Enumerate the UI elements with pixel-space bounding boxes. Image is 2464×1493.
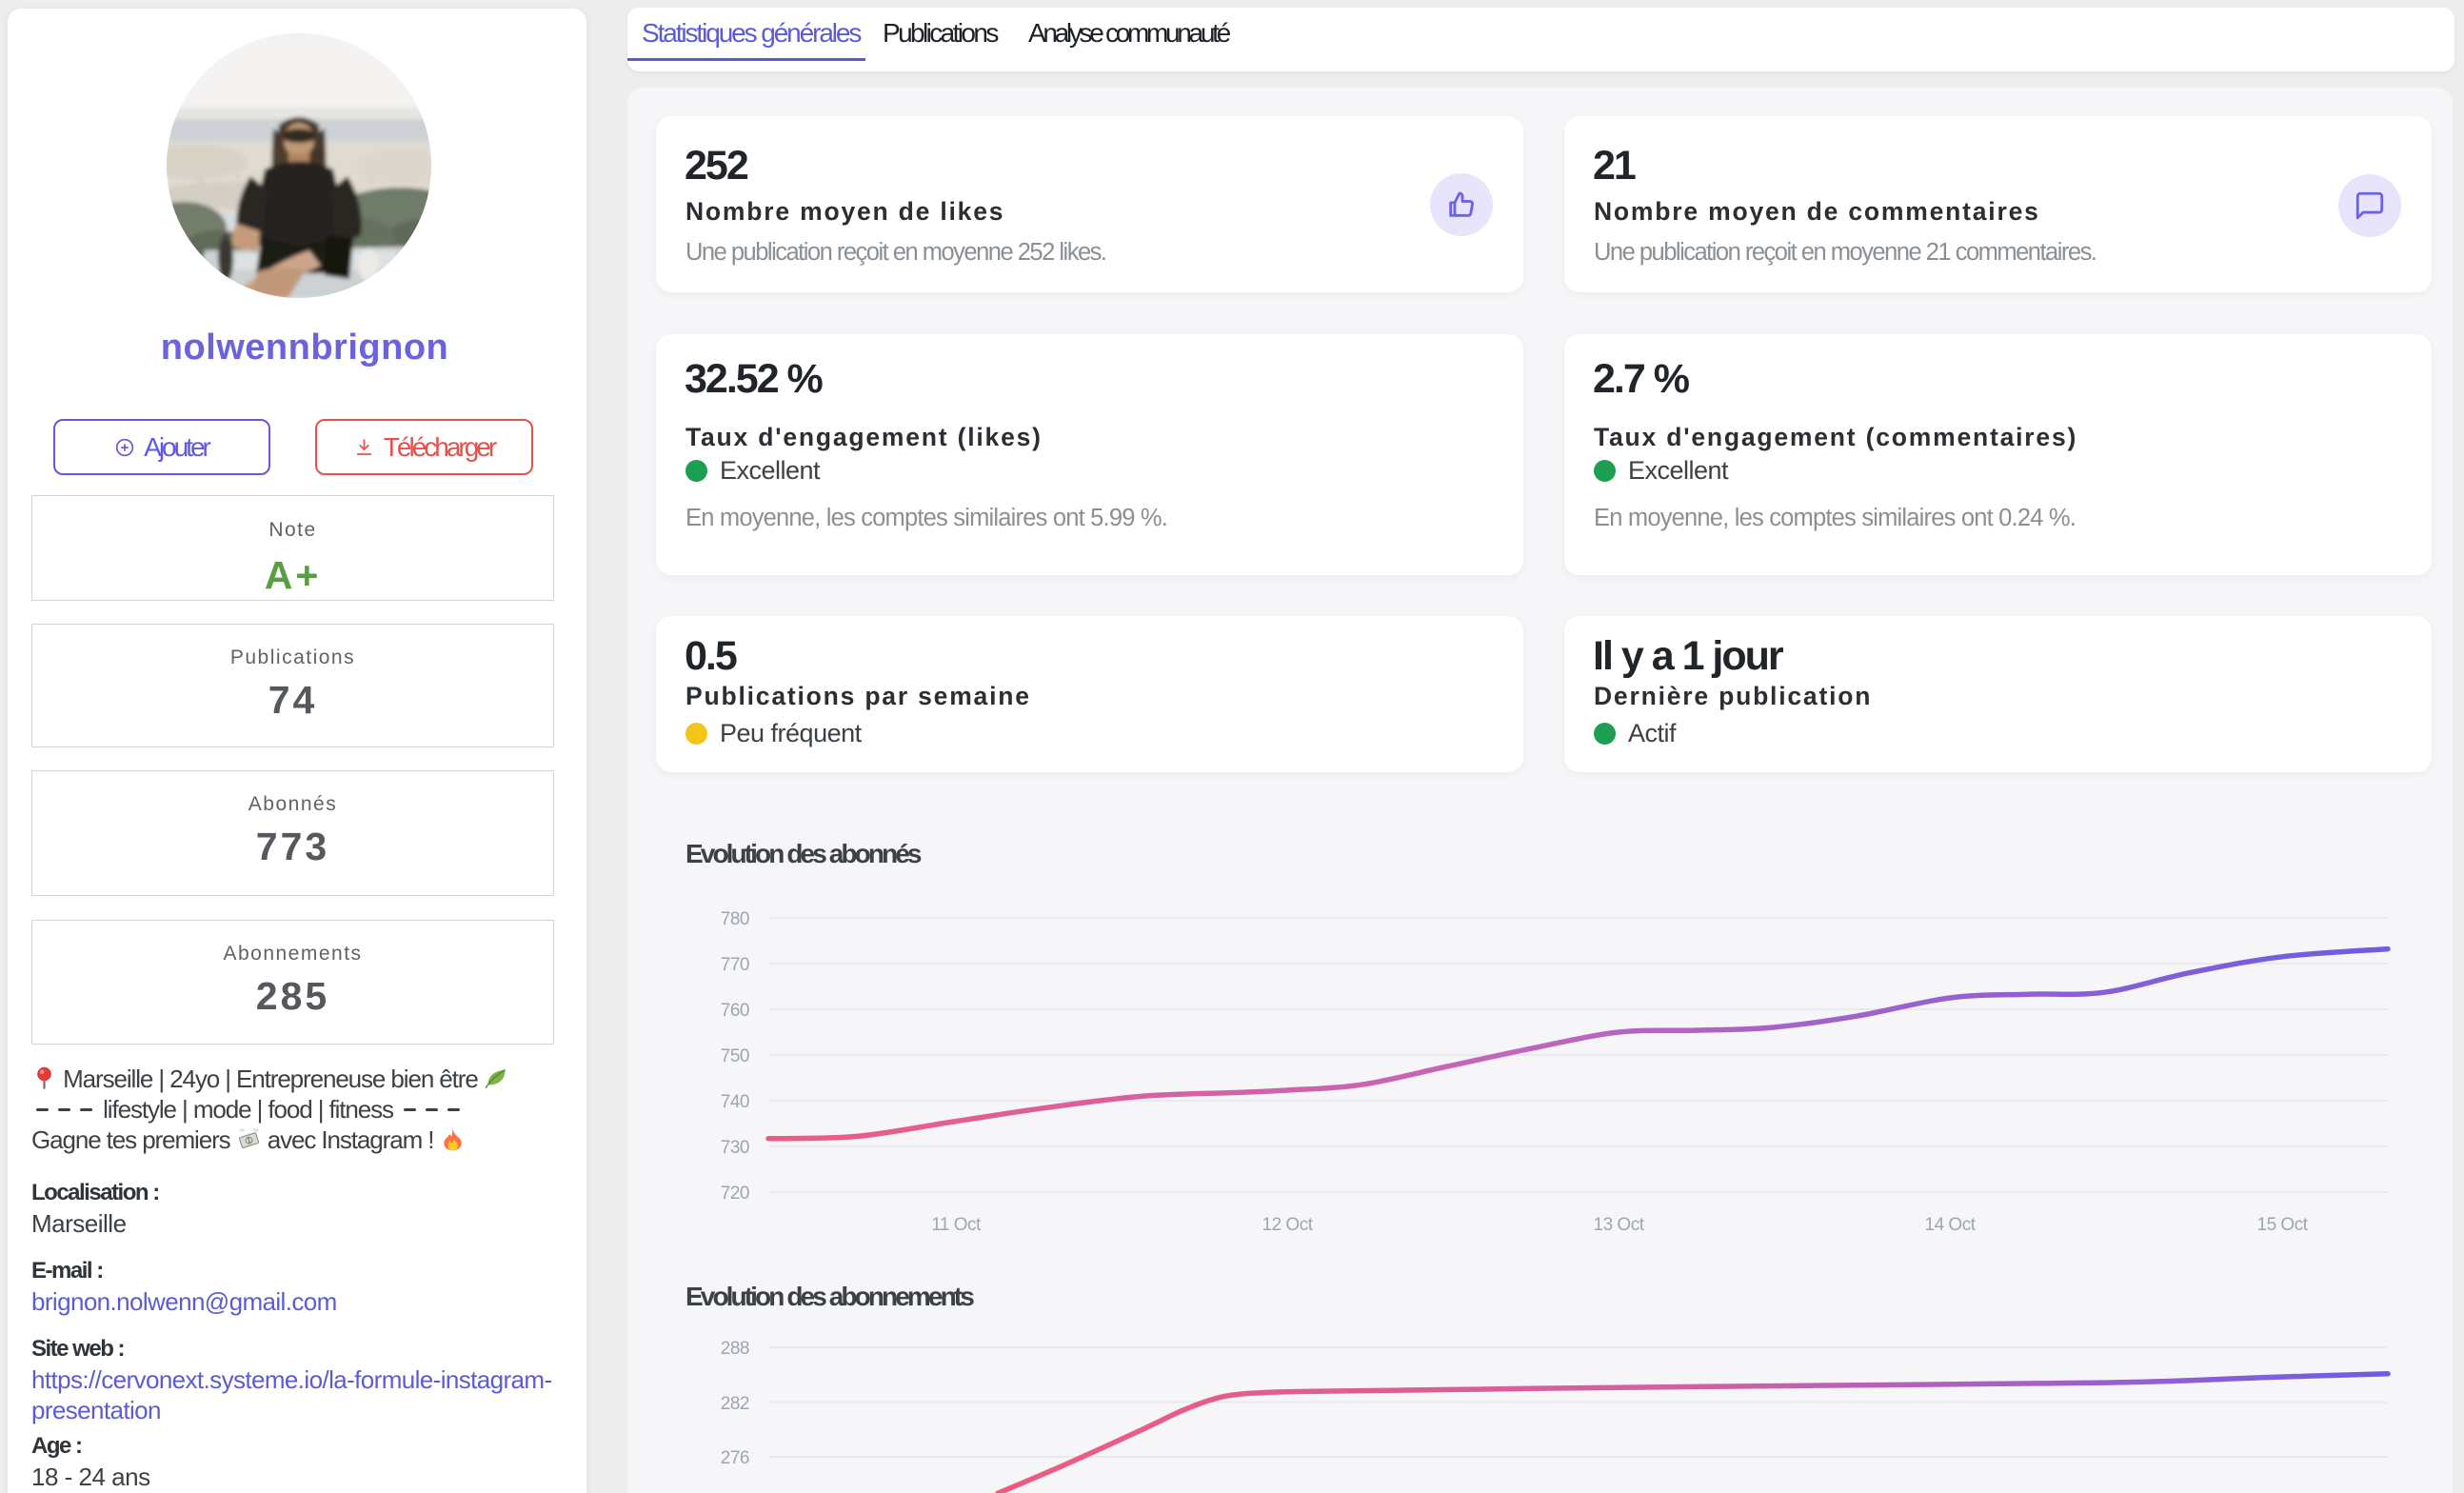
svg-text:11 Oct: 11 Oct bbox=[931, 1215, 982, 1235]
svg-text:12 Oct: 12 Oct bbox=[1262, 1215, 1314, 1235]
svg-text:720: 720 bbox=[721, 1184, 749, 1204]
svg-text:13 Oct: 13 Oct bbox=[1594, 1215, 1645, 1235]
svg-text:282: 282 bbox=[721, 1394, 749, 1414]
svg-text:760: 760 bbox=[721, 1001, 749, 1021]
svg-text:15 Oct: 15 Oct bbox=[2257, 1215, 2309, 1235]
svg-text:276: 276 bbox=[721, 1448, 749, 1468]
svg-text:740: 740 bbox=[721, 1092, 749, 1112]
svg-text:780: 780 bbox=[721, 909, 749, 929]
svg-text:730: 730 bbox=[721, 1138, 749, 1158]
svg-text:14 Oct: 14 Oct bbox=[1925, 1215, 1977, 1235]
svg-text:750: 750 bbox=[721, 1046, 749, 1066]
svg-text:288: 288 bbox=[721, 1339, 749, 1359]
svg-text:770: 770 bbox=[721, 955, 749, 975]
